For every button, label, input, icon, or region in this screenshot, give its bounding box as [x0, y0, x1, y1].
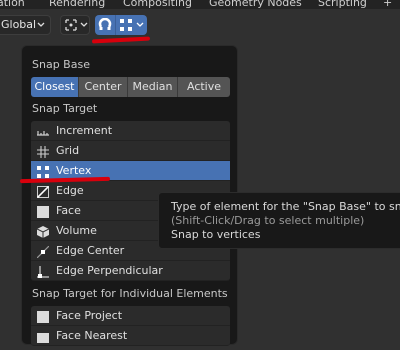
tab-rendering[interactable]: Rendering — [49, 0, 105, 9]
edge-center-icon — [36, 245, 50, 259]
snap-target-label-edge-perpendicular: Edge Perpendicular — [56, 264, 163, 277]
snap-target-label: Snap Target — [32, 102, 98, 115]
chevron-down-icon — [136, 16, 144, 37]
individual-target-list: Face Project Face Nearest — [31, 306, 230, 346]
increment-icon — [37, 125, 49, 137]
snap-target-increment[interactable]: Increment — [31, 121, 230, 141]
snap-target-face-nearest[interactable]: Face Nearest — [31, 326, 230, 346]
snap-toggle-button[interactable] — [95, 15, 115, 35]
snap-base-selector: Closest Center Median Active — [31, 77, 230, 97]
snap-target-label-grid: Grid — [56, 144, 80, 157]
pivot-icon — [65, 19, 77, 34]
vertex-snap-icon — [120, 19, 132, 34]
tab-compositing[interactable]: Compositing — [123, 0, 192, 9]
chevron-down-icon — [80, 16, 88, 37]
individual-elements-label: Snap Target for Individual Elements — [32, 287, 228, 300]
snap-base-center-button[interactable]: Center — [79, 77, 128, 97]
chevron-down-icon — [37, 16, 45, 41]
face-nearest-icon — [37, 330, 49, 343]
snap-element-dropdown[interactable] — [115, 15, 147, 35]
magnet-icon — [98, 17, 112, 35]
workspace-tabs: nation Rendering Compositing Geometry No… — [0, 0, 400, 9]
snap-target-label-vertex: Vertex — [56, 164, 92, 177]
vertex-icon — [37, 165, 49, 178]
snap-target-label-edge-center: Edge Center — [56, 244, 125, 257]
edge-perpendicular-icon — [37, 265, 49, 278]
tooltip-value-description: Snap to vertices — [171, 228, 261, 241]
snap-target-grid[interactable]: Grid — [31, 141, 230, 161]
tab-animation[interactable]: nation — [0, 0, 25, 9]
snap-base-label: Snap Base — [32, 58, 90, 71]
edge-icon — [36, 185, 50, 199]
viewport-header: Global — [0, 9, 400, 40]
tab-scripting[interactable]: Scripting — [318, 0, 367, 9]
add-workspace-button[interactable]: + — [383, 0, 392, 9]
snap-target-label-increment: Increment — [56, 124, 113, 137]
grid-icon — [37, 145, 49, 158]
snap-target-edge-perpendicular[interactable]: Edge Perpendicular — [31, 261, 230, 281]
face-project-icon — [37, 310, 49, 323]
face-icon — [37, 205, 49, 218]
orientation-dropdown[interactable]: Global — [0, 15, 51, 35]
snap-target-tooltip: Type of element for the "Snap Base" to s… — [158, 192, 400, 249]
pivot-point-dropdown[interactable] — [60, 15, 90, 35]
snap-target-face-project[interactable]: Face Project — [31, 306, 230, 326]
tooltip-description: Type of element for the "Snap Base" to s… — [171, 200, 400, 213]
snap-base-closest-button[interactable]: Closest — [31, 77, 79, 97]
orientation-value: Global — [1, 18, 37, 31]
snap-target-label-face-project: Face Project — [56, 309, 123, 322]
volume-icon — [36, 225, 50, 238]
snap-base-median-button[interactable]: Median — [128, 77, 178, 97]
tab-geometry-nodes[interactable]: Geometry Nodes — [209, 0, 302, 9]
snap-target-label-face: Face — [56, 204, 81, 217]
snap-target-label-edge: Edge — [56, 184, 84, 197]
snap-base-active-button[interactable]: Active — [178, 77, 230, 97]
snap-target-label-volume: Volume — [56, 224, 97, 237]
snap-target-label-face-nearest: Face Nearest — [56, 329, 128, 342]
tooltip-hint: (Shift-Click/Drag to select multiple) — [171, 214, 365, 227]
